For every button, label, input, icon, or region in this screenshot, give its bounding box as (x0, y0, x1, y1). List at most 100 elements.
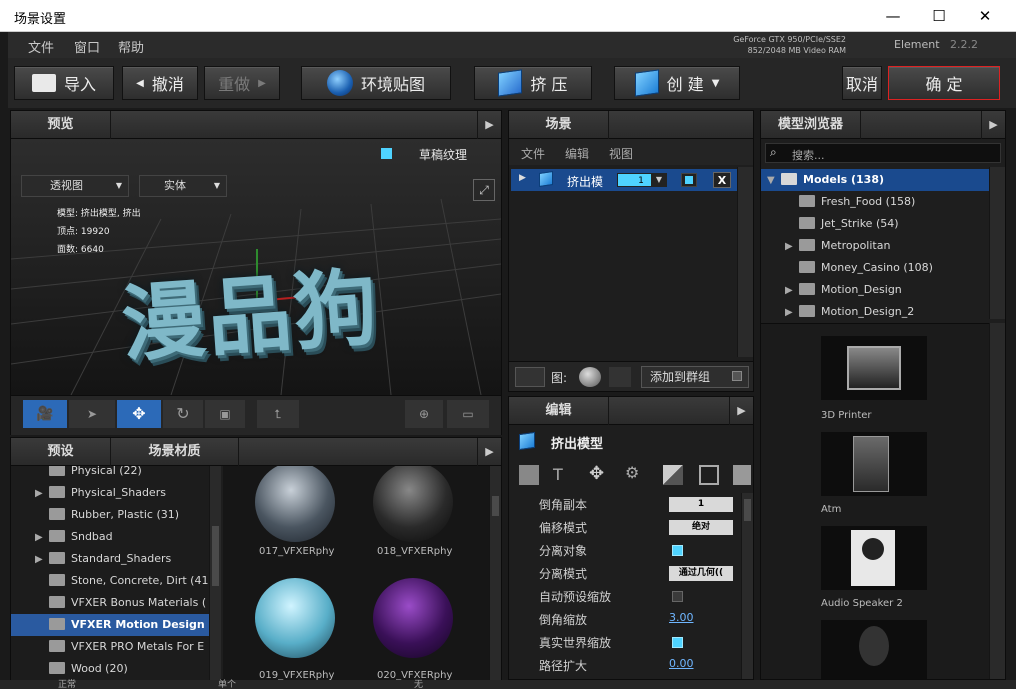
preset-folder-item[interactable]: Physical (22) (11, 466, 209, 482)
undo-button[interactable]: ◀ 撤消 (122, 66, 198, 100)
tab-presets[interactable]: 预设 (11, 438, 111, 466)
draft-texture-checkbox[interactable] (381, 148, 392, 159)
delete-item-button[interactable]: X (713, 172, 731, 188)
edit-property-link[interactable]: 0.00 (669, 657, 694, 670)
chevron-down-icon[interactable]: ▼ (651, 173, 667, 187)
move-icon[interactable]: ✥ (589, 463, 611, 485)
material-thumb[interactable] (255, 466, 335, 542)
preset-folder-item[interactable]: VFXER Motion Design (11, 614, 209, 636)
env-map-button[interactable]: 环境贴图 (301, 66, 451, 100)
bevel-icon[interactable] (519, 465, 539, 485)
model-grid-scrollbar[interactable] (989, 323, 1005, 679)
material-thumb[interactable] (255, 578, 335, 658)
preset-folder-item[interactable]: ▶ Standard_Shaders (11, 548, 209, 570)
model-category-item[interactable]: ▶ Metropolitan (761, 235, 989, 257)
expand-arrow-icon[interactable]: ▶ (519, 173, 526, 183)
model-category-item[interactable]: Jet_Strike (54) (761, 213, 989, 235)
ok-button[interactable]: 确 定 (888, 66, 1000, 100)
scene-menu-file[interactable]: 文件 (521, 145, 545, 162)
model-category-item[interactable]: ▼ Models (138) (761, 169, 989, 191)
import-button[interactable]: 导入 (14, 66, 114, 100)
edit-property-checkbox[interactable] (672, 545, 683, 556)
axis-icon[interactable]: ⮤ (257, 400, 299, 428)
edit-property-value[interactable]: 绝对 (669, 520, 733, 535)
move-icon[interactable]: ✥ (117, 400, 161, 428)
scene-menu-edit[interactable]: 编辑 (565, 145, 589, 162)
expand-arrow-icon[interactable]: ▶ (785, 280, 799, 302)
edit-property-link[interactable]: 3.00 (669, 611, 694, 624)
model-thumb-speaker[interactable] (821, 620, 927, 679)
edit-property-value[interactable]: 1 (669, 497, 733, 512)
edit-property-checkbox[interactable] (672, 591, 683, 602)
edit-scrollbar[interactable] (741, 493, 753, 679)
add-to-group-button[interactable]: 添加到群组 (641, 366, 749, 388)
model-tree-scrollbar[interactable] (989, 167, 1005, 319)
chevron-right-icon[interactable]: ▶ (477, 111, 501, 139)
model-thumb-audio-speaker[interactable] (821, 526, 927, 590)
expand-arrow-icon[interactable]: ▼ (767, 170, 781, 192)
uv-icon[interactable] (699, 465, 719, 485)
edit-property-checkbox[interactable] (672, 637, 683, 648)
select-arrow-icon[interactable]: ➤ (69, 400, 115, 428)
tab-edit[interactable]: 编辑 (509, 397, 609, 425)
tab-model-browser[interactable]: 模型浏览器 (761, 111, 861, 139)
tab-scene[interactable]: 场景 (509, 111, 609, 139)
expand-arrow-icon[interactable]: ▶ (35, 527, 49, 549)
preset-folder-item[interactable]: ▶ Physical_Shaders (11, 482, 209, 504)
add-folder-icon[interactable] (515, 367, 545, 387)
menu-window[interactable]: 窗口 (74, 37, 100, 56)
chevron-right-icon[interactable]: ▶ (729, 397, 753, 425)
visibility-toggle[interactable] (681, 173, 697, 187)
preset-folder-item[interactable]: Wood (20) (11, 658, 209, 680)
view-select[interactable]: 透视图 ▼ (21, 175, 129, 197)
gear-icon[interactable]: ⚙ (625, 463, 647, 485)
preset-folder-item[interactable]: Rubber, Plastic (31) (11, 504, 209, 526)
preset-folder-item[interactable]: VFXER Bonus Materials ( (11, 592, 209, 614)
chevron-right-icon[interactable]: ▶ (477, 438, 501, 466)
sphere-icon[interactable] (579, 367, 601, 387)
chevron-right-icon[interactable]: ▶ (981, 111, 1005, 139)
tab-scene-materials[interactable]: 场景材质 (111, 438, 239, 466)
material-icon[interactable] (663, 465, 683, 485)
screen-icon[interactable]: ▭ (447, 400, 489, 428)
target-icon[interactable]: ⊕ (405, 400, 443, 428)
expand-arrow-icon[interactable]: ▶ (35, 483, 49, 505)
model-thumb-3d-printer[interactable] (821, 336, 927, 400)
maximize-button[interactable]: ☐ (916, 0, 962, 32)
close-button[interactable]: ✕ (962, 0, 1008, 32)
mode-select[interactable]: 实体 ▼ (139, 175, 227, 197)
expand-arrow-icon[interactable]: ▶ (35, 549, 49, 571)
model-category-item[interactable]: ▶ Motion_Design_2 (761, 301, 989, 319)
model-category-item[interactable]: Money_Casino (108) (761, 257, 989, 279)
model-thumb-atm[interactable] (821, 432, 927, 496)
expand-arrow-icon[interactable]: ▶ (785, 236, 799, 258)
material-thumb[interactable] (373, 466, 453, 542)
redo-button[interactable]: 重做 ▶ (204, 66, 280, 100)
pattern-icon[interactable] (609, 367, 631, 387)
material-thumb[interactable] (373, 578, 453, 658)
minimize-button[interactable]: — (870, 0, 916, 32)
scale-icon[interactable]: ▣ (205, 400, 245, 428)
model-category-item[interactable]: ▶ Motion_Design (761, 279, 989, 301)
rotate-icon[interactable]: ↻ (163, 400, 203, 428)
camera-icon[interactable]: 🎥 (23, 400, 67, 428)
preset-folder-item[interactable]: VFXER PRO Metals For E (11, 636, 209, 658)
cancel-button[interactable]: 取消 (842, 66, 882, 100)
scene-item-row[interactable]: ▶ 挤出模 1 ▼ X (511, 169, 737, 191)
cube-icon[interactable] (733, 465, 751, 485)
extrude-button[interactable]: 挤 压 (474, 66, 592, 100)
tab-preview[interactable]: 预览 (11, 111, 111, 139)
create-button[interactable]: 创 建 ▼ (614, 66, 740, 100)
model-category-item[interactable]: Fresh_Food (158) (761, 191, 989, 213)
menu-file[interactable]: 文件 (28, 37, 54, 56)
group-checkbox[interactable] (732, 371, 742, 381)
menu-help[interactable]: 帮助 (118, 37, 144, 56)
scene-menu-view[interactable]: 视图 (609, 145, 633, 162)
search-input[interactable]: ⌕ 搜索... (765, 143, 1001, 163)
scene-scrollbar[interactable] (737, 167, 753, 357)
preset-folder-item[interactable]: Stone, Concrete, Dirt (41 (11, 570, 209, 592)
edit-property-value[interactable]: 通过几何(( (669, 566, 733, 581)
text-tool-icon[interactable]: T (553, 465, 573, 485)
material-grid-scrollbar[interactable] (489, 466, 501, 680)
preset-folder-item[interactable]: ▶ Sndbad (11, 526, 209, 548)
